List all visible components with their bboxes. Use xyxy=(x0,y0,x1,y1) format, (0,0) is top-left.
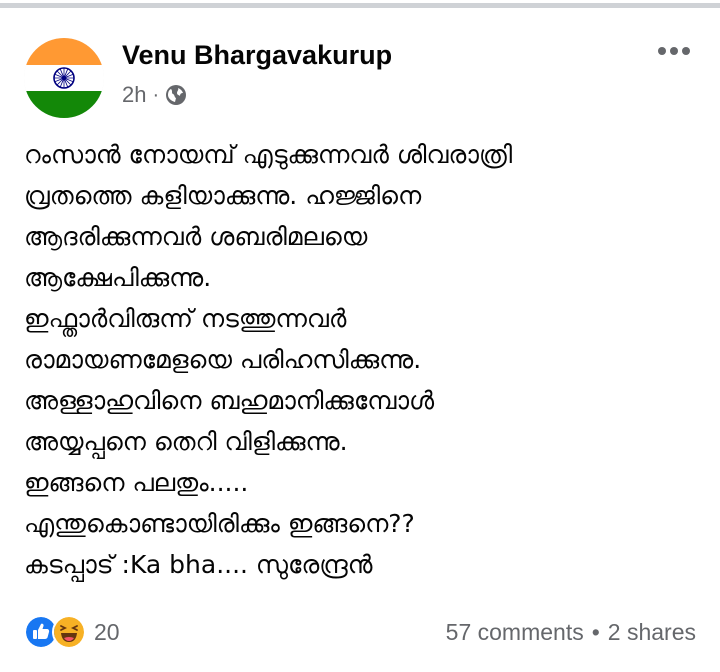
post-footer: 20 57 comments • 2 shares xyxy=(24,614,696,650)
engagement-stats: 57 comments • 2 shares xyxy=(446,619,696,646)
post-text-line: വ്രതത്തെ കളിയാക്കുന്നു. ഹജ്ജിനെ xyxy=(24,181,422,210)
globe-icon[interactable] xyxy=(165,84,187,106)
post-text-line: ഇഫ്താർവിരുന്ന് നടത്തുന്നവർ xyxy=(24,304,347,333)
india-flag-icon xyxy=(24,38,104,118)
more-horizontal-icon xyxy=(658,47,666,55)
shares-count-link[interactable]: 2 shares xyxy=(608,619,696,646)
post-meta: 2h · xyxy=(122,80,187,110)
post-header: Venu Bhargavakurup 2h · xyxy=(24,34,696,124)
post-text: റംസാൻ നോയമ്പ് എടുക്കുന്നവർ ശിവരാത്രി വ്ര… xyxy=(24,134,696,585)
reaction-count: 20 xyxy=(94,618,120,645)
post-text-line: ആക്ഷേപിക്കുന്നു. xyxy=(24,263,212,292)
feed-divider xyxy=(0,0,720,8)
post-timestamp[interactable]: 2h xyxy=(122,82,146,108)
avatar[interactable] xyxy=(24,38,104,118)
more-dot xyxy=(682,47,690,55)
more-dot xyxy=(670,47,678,55)
comments-count-link[interactable]: 57 comments xyxy=(446,619,584,646)
post-text-line: അള്ളാഹുവിനെ ബഹുമാനിക്കുമ്പോൾ xyxy=(24,386,435,415)
haha-reaction-icon xyxy=(52,615,86,649)
reaction-icons xyxy=(24,615,86,649)
post-text-line: അയ്യപ്പനെ തെറി വിളിക്കുന്നു. xyxy=(24,427,348,456)
reactions-summary[interactable]: 20 xyxy=(24,615,120,649)
post-text-line: രാമായണമേളയെ പരിഹസിക്കുന്നു. xyxy=(24,345,422,374)
post-text-line: എന്തുകൊണ്ടായിരിക്കും ഇങ്ങനെ?? xyxy=(24,509,415,538)
stats-separator: • xyxy=(591,618,600,645)
post-text-line: ഇങ്ങനെ പലതും..... xyxy=(24,468,249,497)
post-text-line: ആദരിക്കുന്നവർ ശബരിമലയെ xyxy=(24,222,368,251)
post-text-line: കടപ്പാട് :Ka bha.... സുരേന്ദ്രൻ xyxy=(24,550,373,579)
meta-separator: · xyxy=(152,83,160,106)
more-options-button[interactable] xyxy=(652,34,696,68)
author-name[interactable]: Venu Bhargavakurup xyxy=(122,38,392,72)
post-text-line: റംസാൻ നോയമ്പ് എടുക്കുന്നവർ ശിവരാത്രി xyxy=(24,140,513,169)
